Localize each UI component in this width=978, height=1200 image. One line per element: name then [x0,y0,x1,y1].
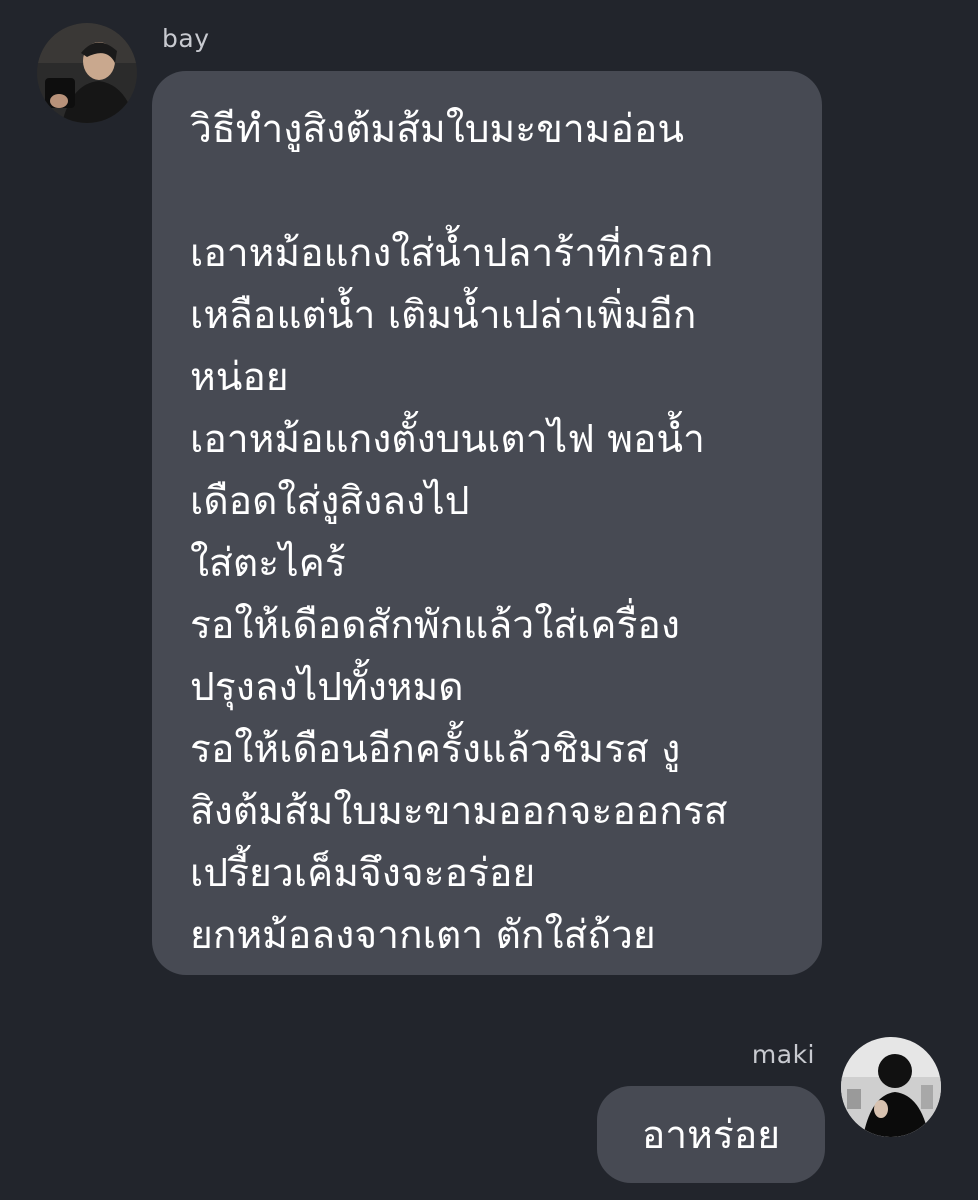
maki-avatar[interactable] [841,1037,941,1137]
sender-name-maki: maki [751,1040,815,1069]
message-line: เอาหม้อแกงตั้งบนเตาไฟ พอน้ำ [190,417,705,462]
message-line: เปรี้ยวเค็มจึงจะอร่อย [190,851,536,896]
message-bubble-maki[interactable]: อาหร่อย [597,1086,825,1183]
sender-name-bay: bay [162,24,210,53]
message-line: รอให้เดือดสักพักแล้วใส่เครื่อง [190,603,680,648]
message-line: หน่อย [190,355,289,400]
message-line: รอให้เดือนอีกครั้งแล้วชิมรส งู [190,727,681,772]
message-line: เดือดใส่งูสิงลงไป [190,479,470,524]
message-line: ใส่ตะไคร้ [190,541,346,586]
message-line: ปรุงลงไปทั้งหมด [190,665,464,710]
message-line-blank [190,161,802,223]
message-text: อาหร่อย [641,1112,781,1158]
user-avatar-photo-icon [841,1037,941,1137]
message-bubble-bay[interactable]: วิธีทำงูสิงต้มส้มใบมะขามอ่อน เอาหม้อแกงใ… [152,71,822,975]
user-avatar-photo-icon [37,23,137,123]
message-line: เหลือแต่น้ำ เติมน้ำเปล่าเพิ่มอีก [190,293,697,338]
bay-avatar[interactable] [37,23,137,123]
message-line: ยกหม้อลงจากเตา ตักใส่ถ้วย [190,913,656,958]
message-line: เอาหม้อแกงใส่น้ำปลาร้าที่กรอก [190,231,714,276]
message-line: วิธีทำงูสิงต้มส้มใบมะขามอ่อน [190,107,684,152]
message-line: สิงต้มส้มใบมะขามออกจะออกรส [190,789,728,834]
